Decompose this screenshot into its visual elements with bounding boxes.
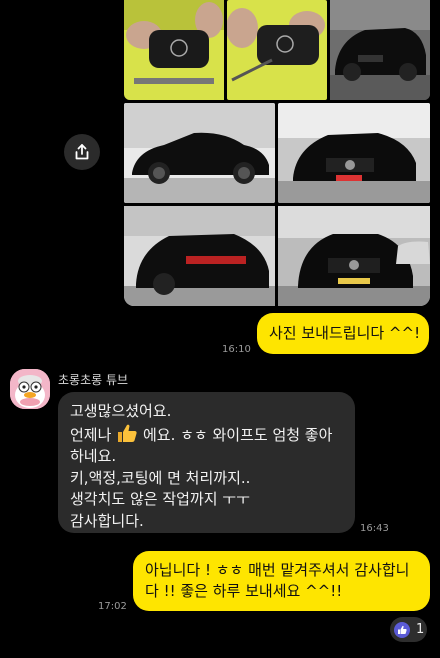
- their-message-bubble[interactable]: 고생많으셨어요. 언제나 에요. ㅎㅎ 와이프도 엄청 좋아 하네요. 키,액정…: [58, 392, 355, 533]
- message-line: 하네요.: [70, 447, 117, 465]
- message-text: 에요. ㅎㅎ 와이프도 엄청 좋아: [142, 425, 333, 444]
- message-line: 아닙니다 ! ㅎㅎ 매번 맡겨주셔서 감사합니: [145, 561, 410, 579]
- message-text: 언제나: [70, 425, 112, 444]
- avatar[interactable]: [10, 369, 50, 409]
- sender-name: 초롱초롱 튜브: [58, 373, 129, 387]
- thumbs-up-icon: [394, 621, 410, 638]
- message-time: 16:10: [222, 344, 251, 355]
- photo-key-1[interactable]: [124, 0, 224, 100]
- message-line: 고생많으셨어요.: [70, 402, 172, 420]
- message-time: 17:02: [98, 601, 127, 612]
- reaction-badge[interactable]: 1: [390, 617, 427, 642]
- message-line: 언제나 에요. ㅎㅎ 와이프도 엄청 좋아: [70, 423, 345, 447]
- message-line: 생각치도 않은 작업까지 ㅜㅜ: [70, 490, 250, 508]
- tube-character-icon: [10, 369, 50, 409]
- reaction-count: 1: [416, 622, 425, 637]
- photo-key-2[interactable]: [227, 0, 327, 100]
- message-line: 키,액정,코팅에 면 처리까지..: [70, 468, 251, 487]
- message-text: 사진 보내드립니다 ^^!: [269, 324, 421, 342]
- photo-car-front-2[interactable]: [278, 103, 430, 203]
- share-button[interactable]: [64, 134, 100, 170]
- my-message-bubble[interactable]: 사진 보내드립니다 ^^!: [257, 313, 429, 354]
- thumbs-up-emoji-icon: [118, 424, 137, 442]
- message-line: 다 !! 좋은 하루 보내세요 ^^!!: [145, 582, 343, 600]
- message-time: 16:43: [360, 523, 389, 534]
- photo-car-front-3[interactable]: [278, 206, 430, 306]
- share-icon: [75, 144, 89, 160]
- photo-car-side[interactable]: [124, 103, 275, 203]
- photo-car-front-1[interactable]: [330, 0, 430, 100]
- photo-car-rear[interactable]: [124, 206, 275, 306]
- my-message-bubble[interactable]: 아닙니다 ! ㅎㅎ 매번 맡겨주셔서 감사합니 다 !! 좋은 하루 보내세요 …: [133, 551, 430, 611]
- photo-grid: [124, 0, 430, 306]
- message-line: 감사합니다.: [70, 511, 144, 530]
